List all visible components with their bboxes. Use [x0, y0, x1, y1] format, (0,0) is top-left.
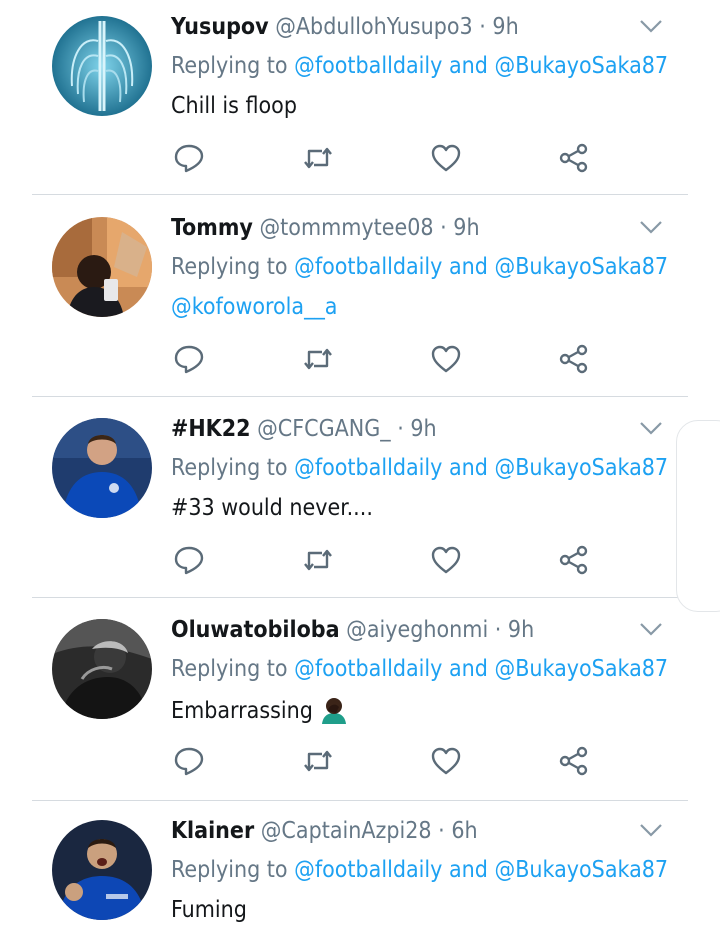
user-name[interactable]: Yusupov: [171, 14, 269, 40]
reply-icon[interactable]: [173, 343, 205, 375]
chevron-down-icon[interactable]: [639, 18, 663, 34]
tweet[interactable]: #HK22 @CFCGANG_ · 9h Replying to @footba…: [0, 402, 720, 603]
facepalm-emoji: [321, 698, 346, 724]
chevron-down-icon[interactable]: [639, 420, 663, 436]
user-handle[interactable]: @CFCGANG_: [257, 416, 391, 442]
user-name[interactable]: Oluwatobiloba: [171, 617, 340, 643]
user-handle[interactable]: @AbdullohYusupo3: [275, 14, 473, 40]
mention-link[interactable]: @footballdaily: [294, 857, 442, 883]
scroll-edge-overlay: [676, 420, 720, 612]
share-icon[interactable]: [558, 745, 590, 777]
mention-link[interactable]: @BukayoSaka87: [495, 455, 669, 481]
mention-link[interactable]: @BukayoSaka87: [495, 53, 669, 79]
tweet-text: #33 would never....: [171, 495, 373, 521]
reply-and: and: [449, 254, 488, 280]
reply-and: and: [449, 656, 488, 682]
player-avatar-image: [52, 418, 152, 518]
reply-icon[interactable]: [173, 745, 205, 777]
divider: [32, 396, 688, 397]
avatar[interactable]: [52, 16, 152, 116]
tweet-text: Fuming: [171, 897, 247, 923]
chevron-down-icon[interactable]: [639, 219, 663, 235]
user-handle[interactable]: @tommmytee08: [259, 215, 433, 241]
replying-to-label: Replying to: [171, 857, 288, 883]
tweet[interactable]: Klainer @CaptainAzpi28 · 6h Replying to …: [0, 804, 720, 944]
retweet-icon[interactable]: [302, 745, 334, 777]
tweet-text: Chill is floop: [171, 93, 297, 119]
replying-to-label: Replying to: [171, 455, 288, 481]
reply-and: and: [449, 455, 488, 481]
divider: [32, 194, 688, 195]
timestamp[interactable]: 9h: [492, 14, 518, 40]
like-icon[interactable]: [430, 745, 462, 777]
bw-avatar-image: [52, 619, 152, 719]
timestamp[interactable]: 9h: [453, 215, 479, 241]
mention-link[interactable]: @footballdaily: [294, 53, 442, 79]
share-icon[interactable]: [558, 544, 590, 576]
reply-and: and: [449, 857, 488, 883]
replying-to-label: Replying to: [171, 656, 288, 682]
reply-and: and: [449, 53, 488, 79]
mention-link[interactable]: @footballdaily: [294, 455, 442, 481]
user-handle[interactable]: @aiyeghonmi: [346, 617, 488, 643]
mention-link[interactable]: @footballdaily: [294, 656, 442, 682]
tweet-text: Embarrassing: [171, 698, 313, 724]
divider: [32, 597, 688, 598]
mention-link[interactable]: @kofoworola__a: [171, 294, 337, 320]
selfie-avatar-image: [52, 217, 152, 317]
tweet[interactable]: Oluwatobiloba @aiyeghonmi · 9h Replying …: [0, 603, 720, 804]
like-icon[interactable]: [430, 142, 462, 174]
timestamp[interactable]: 6h: [451, 818, 477, 844]
share-icon[interactable]: [558, 343, 590, 375]
reply-icon[interactable]: [173, 142, 205, 174]
retweet-icon[interactable]: [302, 544, 334, 576]
avatar[interactable]: [52, 820, 152, 920]
timestamp[interactable]: 9h: [410, 416, 436, 442]
timestamp[interactable]: 9h: [508, 617, 534, 643]
avatar[interactable]: [52, 217, 152, 317]
replying-to-label: Replying to: [171, 254, 288, 280]
retweet-icon[interactable]: [302, 142, 334, 174]
user-name[interactable]: Klainer: [171, 818, 254, 844]
retweet-icon[interactable]: [302, 343, 334, 375]
mention-link[interactable]: @BukayoSaka87: [495, 254, 669, 280]
xray-avatar-image: [52, 16, 152, 116]
tweet[interactable]: Yusupov @AbdullohYusupo3 · 9h Replying t…: [0, 0, 720, 201]
chevron-down-icon[interactable]: [639, 621, 663, 637]
share-icon[interactable]: [558, 142, 590, 174]
like-icon[interactable]: [430, 544, 462, 576]
user-name[interactable]: Tommy: [171, 215, 253, 241]
tweet[interactable]: Tommy @tommmytee08 · 9h Replying to @foo…: [0, 201, 720, 402]
avatar[interactable]: [52, 418, 152, 518]
replying-to-label: Replying to: [171, 53, 288, 79]
avatar[interactable]: [52, 619, 152, 719]
user-name[interactable]: #HK22: [171, 416, 251, 442]
user-handle[interactable]: @CaptainAzpi28: [261, 818, 432, 844]
mention-link[interactable]: @footballdaily: [294, 254, 442, 280]
chevron-down-icon[interactable]: [639, 822, 663, 838]
mention-link[interactable]: @BukayoSaka87: [495, 857, 669, 883]
divider: [32, 800, 688, 801]
mention-link[interactable]: @BukayoSaka87: [495, 656, 669, 682]
celebration-avatar-image: [52, 820, 152, 920]
reply-icon[interactable]: [173, 544, 205, 576]
like-icon[interactable]: [430, 343, 462, 375]
